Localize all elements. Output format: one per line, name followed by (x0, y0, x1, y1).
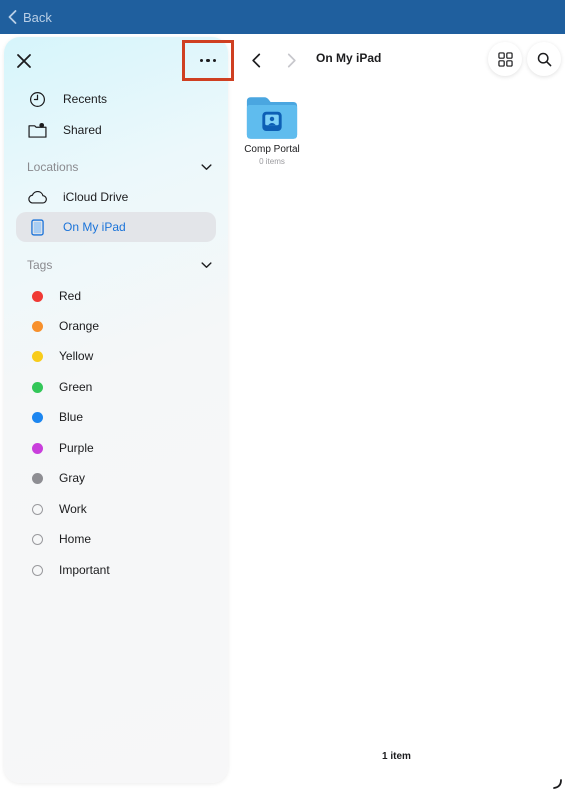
tag-label: Work (59, 502, 87, 516)
tag-item-red[interactable]: Red (16, 281, 216, 311)
locations-section-header[interactable]: Locations (27, 157, 212, 177)
tag-label: Green (59, 380, 93, 394)
clock-icon (26, 88, 48, 110)
tags-section-header[interactable]: Tags (27, 255, 212, 275)
folder-item[interactable]: Comp Portal 0 items (240, 95, 304, 166)
tag-item-blue[interactable]: Blue (16, 402, 216, 432)
tag-label: Important (59, 563, 110, 577)
view-options-button[interactable] (488, 42, 522, 76)
sidebar-item-label: Shared (63, 123, 102, 137)
sidebar-item-label: Recents (63, 92, 108, 106)
sidebar-item-icloud-drive[interactable]: iCloud Drive (16, 182, 216, 212)
item-count-status: 1 item (382, 751, 411, 762)
tag-color-dot (31, 320, 43, 332)
tag-label: Home (59, 532, 92, 546)
chevron-right-icon (287, 53, 296, 67)
folder-icon (246, 97, 298, 139)
sidebar: Recents Shared Locations iCloud Drive On… (4, 37, 234, 783)
section-title: Tags (27, 258, 53, 272)
sidebar-item-shared[interactable]: Shared (16, 115, 216, 145)
folder-item-count: 0 items (259, 157, 285, 166)
tag-color-dot (31, 564, 43, 576)
tag-item-yellow[interactable]: Yellow (16, 341, 216, 371)
nav-back-button[interactable] (244, 48, 268, 72)
tag-item-gray[interactable]: Gray (16, 463, 216, 493)
shared-folder-icon (26, 119, 48, 141)
cloud-icon (26, 186, 48, 208)
files-sheet: Recents Shared Locations iCloud Drive On… (0, 34, 565, 796)
sidebar-item-label: iCloud Drive (63, 190, 129, 204)
tag-label: Orange (59, 319, 100, 333)
section-title: Locations (27, 160, 79, 174)
tag-color-dot (31, 442, 43, 454)
tag-label: Red (59, 289, 82, 303)
search-icon (537, 52, 551, 66)
tag-color-dot (31, 533, 43, 545)
tag-label: Purple (59, 441, 94, 455)
page-title: On My iPad (316, 51, 382, 65)
tag-item-important[interactable]: Important (16, 555, 216, 585)
tag-item-green[interactable]: Green (16, 372, 216, 402)
tag-color-dot (31, 381, 43, 393)
close-button[interactable] (15, 52, 33, 70)
sidebar-item-on-my-ipad[interactable]: On My iPad (16, 212, 216, 242)
folder-name: Comp Portal (244, 144, 300, 155)
tag-item-purple[interactable]: Purple (16, 433, 216, 463)
top-bar: Back (0, 0, 565, 34)
back-label: Back (23, 9, 52, 25)
tag-color-dot (31, 503, 43, 515)
tag-label: Yellow (59, 349, 94, 363)
tag-color-dot (31, 472, 43, 484)
chevron-left-icon (252, 53, 261, 67)
more-options-button[interactable] (182, 40, 234, 81)
content-area: On My iPad Comp Portal 0 items 1 item (228, 34, 565, 796)
nav-forward-button[interactable] (280, 48, 304, 72)
search-button[interactable] (527, 42, 561, 76)
back-button[interactable]: Back (8, 10, 52, 25)
resize-handle-icon (553, 779, 562, 789)
sidebar-item-label: On My iPad (63, 220, 126, 234)
grid-view-icon (497, 51, 513, 67)
tag-color-dot (31, 411, 43, 423)
tag-label: Gray (59, 471, 86, 485)
chevron-left-icon (8, 10, 17, 24)
tag-color-dot (31, 350, 43, 362)
close-icon (17, 54, 31, 68)
tag-label: Blue (59, 410, 84, 424)
tag-item-orange[interactable]: Orange (16, 311, 216, 341)
ellipsis-icon (199, 58, 217, 63)
tag-item-home[interactable]: Home (16, 524, 216, 554)
chevron-down-icon (201, 261, 212, 268)
tag-item-work[interactable]: Work (16, 494, 216, 524)
sidebar-item-recents[interactable]: Recents (16, 84, 216, 114)
tag-color-dot (31, 290, 43, 302)
ipad-icon (26, 216, 48, 238)
chevron-down-icon (201, 163, 212, 170)
